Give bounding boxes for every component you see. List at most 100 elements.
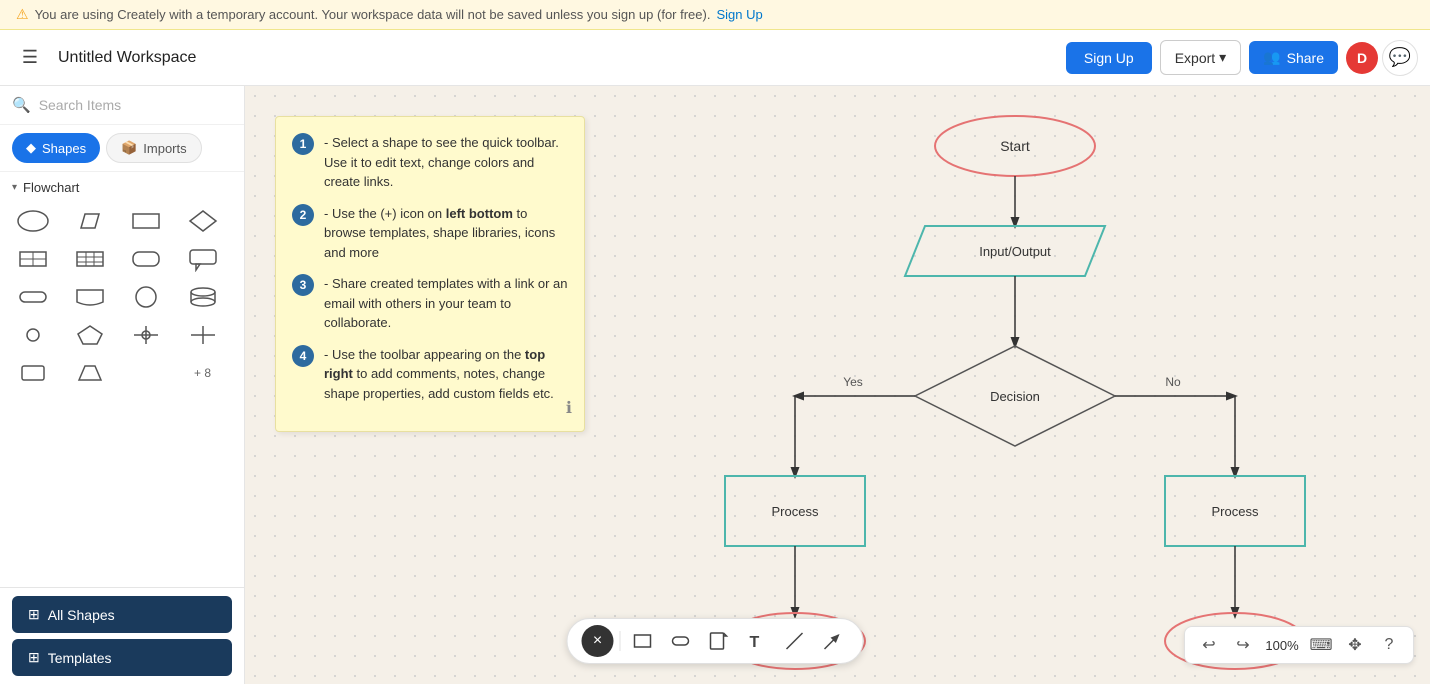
yes-label: Yes	[843, 375, 863, 389]
templates-icon: ⊞	[28, 649, 40, 666]
comment-icon: 💬	[1389, 47, 1411, 68]
shape-rounded-rect[interactable]	[125, 243, 167, 275]
shape-pentagon[interactable]	[69, 319, 111, 351]
all-shapes-button[interactable]: ⊞ All Shapes	[12, 596, 232, 633]
keyboard-shortcuts-button[interactable]: ⌨	[1307, 631, 1335, 659]
tab-imports[interactable]: 📦 Imports	[106, 133, 202, 163]
templates-button[interactable]: ⊞ Templates	[12, 639, 232, 676]
banner-text: You are using Creately with a temporary …	[35, 7, 711, 22]
tab-shapes[interactable]: ◆ Shapes	[12, 133, 100, 163]
share-users-icon: 👥	[1263, 49, 1280, 66]
app-header: ☰ Untitled Workspace Sign Up Export ▾ 👥 …	[0, 30, 1430, 86]
rounded-rect-tool[interactable]	[665, 625, 697, 657]
shape-diamond[interactable]	[182, 205, 224, 237]
text-tool[interactable]: T	[741, 625, 773, 657]
note-item-4: 4 - Use the toolbar appearing on the top…	[292, 345, 568, 404]
shape-cylinder[interactable]	[182, 281, 224, 313]
line-tool[interactable]	[779, 625, 811, 657]
shape-rounded-square[interactable]	[12, 357, 54, 389]
warning-banner: ⚠ You are using Creately with a temporar…	[0, 0, 1430, 30]
zoom-level: 100%	[1263, 638, 1301, 653]
export-chevron-icon: ▾	[1219, 49, 1226, 66]
shapes-more-placeholder	[125, 357, 167, 389]
instruction-note: 1 - Select a shape to see the quick tool…	[275, 116, 585, 432]
workspace-title: Untitled Workspace	[58, 49, 1056, 67]
all-shapes-label: All Shapes	[48, 607, 115, 623]
note-num-2: 2	[292, 204, 314, 226]
comment-button[interactable]: 💬	[1382, 40, 1418, 76]
canvas[interactable]: 1 - Select a shape to see the quick tool…	[245, 86, 1430, 684]
section-flowchart[interactable]: ▾ Flowchart	[12, 180, 232, 195]
sidebar: 🔍 ◆ Shapes 📦 Imports ▾ Flowchart	[0, 86, 245, 684]
input-output-label: Input/Output	[979, 244, 1051, 259]
shape-small-circle[interactable]	[12, 319, 54, 351]
main-layout: 🔍 ◆ Shapes 📦 Imports ▾ Flowchart	[0, 86, 1430, 684]
process-left-label: Process	[772, 504, 819, 519]
templates-label: Templates	[48, 650, 112, 666]
menu-button[interactable]: ☰	[12, 40, 48, 76]
search-icon: 🔍	[12, 96, 31, 114]
note-text-1: - Select a shape to see the quick toolba…	[324, 133, 568, 192]
shape-plus[interactable]	[182, 319, 224, 351]
export-button[interactable]: Export ▾	[1160, 40, 1242, 75]
shape-document[interactable]	[69, 281, 111, 313]
shapes-diamond-icon: ◆	[26, 140, 36, 156]
note-num-1: 1	[292, 133, 314, 155]
note-tool[interactable]	[703, 625, 735, 657]
shape-oval[interactable]	[12, 205, 54, 237]
note-item-2: 2 - Use the (+) icon on left bottom to b…	[292, 204, 568, 263]
header-actions: Sign Up Export ▾ 👥 Share D ⋮	[1066, 40, 1418, 75]
note-text-4: - Use the toolbar appearing on the top r…	[324, 345, 568, 404]
arrow-tool[interactable]	[817, 625, 849, 657]
toolbar-divider-1	[620, 631, 621, 651]
note-num-3: 3	[292, 274, 314, 296]
process-right-label: Process	[1212, 504, 1259, 519]
shape-trapezoid[interactable]	[69, 357, 111, 389]
rect-tool[interactable]	[627, 625, 659, 657]
help-button[interactable]: ?	[1375, 631, 1403, 659]
start-label: Start	[1000, 138, 1030, 154]
shape-rectangle[interactable]	[125, 205, 167, 237]
export-label: Export	[1175, 50, 1215, 66]
shapes-more-label[interactable]: + 8	[182, 357, 224, 389]
flowchart-diagram: Start Input/Output Decision Yes Process	[605, 96, 1425, 684]
tab-shapes-label: Shapes	[42, 141, 86, 156]
shape-circle[interactable]	[125, 281, 167, 313]
user-avatar[interactable]: D	[1346, 42, 1378, 74]
imports-box-icon: 📦	[121, 140, 137, 156]
search-input[interactable]	[39, 97, 232, 113]
shapes-content: ▾ Flowchart	[0, 172, 244, 587]
bottom-toolbar: × T	[567, 618, 864, 664]
warning-icon: ⚠	[16, 6, 29, 23]
fit-screen-button[interactable]: ✥	[1341, 631, 1369, 659]
shape-grid[interactable]	[12, 243, 54, 275]
undo-button[interactable]: ↩	[1195, 631, 1223, 659]
tab-imports-label: Imports	[143, 141, 186, 156]
shape-parallelogram[interactable]	[69, 205, 111, 237]
header-signup-button[interactable]: Sign Up	[1066, 42, 1152, 74]
redo-button[interactable]: ↪	[1229, 631, 1257, 659]
note-text-2: - Use the (+) icon on left bottom to bro…	[324, 204, 568, 263]
share-button[interactable]: 👥 Share	[1249, 41, 1338, 74]
no-label: No	[1165, 375, 1181, 389]
banner-signup-link[interactable]: Sign Up	[716, 7, 762, 22]
share-label: Share	[1287, 50, 1324, 66]
tabs-bar: ◆ Shapes 📦 Imports	[0, 125, 244, 172]
section-toggle-icon: ▾	[12, 182, 17, 193]
bottom-right-toolbar: ↩ ↪ 100% ⌨ ✥ ?	[1184, 626, 1414, 664]
note-text-3: - Share created templates with a link or…	[324, 274, 568, 333]
search-bar: 🔍	[0, 86, 244, 125]
close-button[interactable]: ×	[582, 625, 614, 657]
shape-table[interactable]	[69, 243, 111, 275]
note-item-3: 3 - Share created templates with a link …	[292, 274, 568, 333]
note-num-4: 4	[292, 345, 314, 367]
shape-callout[interactable]	[182, 243, 224, 275]
decision-label: Decision	[990, 389, 1040, 404]
note-info-icon[interactable]: ℹ	[566, 397, 572, 421]
shape-stadium[interactable]	[12, 281, 54, 313]
shapes-grid: + 8	[12, 205, 232, 389]
sidebar-bottom-buttons: ⊞ All Shapes ⊞ Templates	[0, 587, 244, 684]
shape-cross[interactable]	[125, 319, 167, 351]
note-item-1: 1 - Select a shape to see the quick tool…	[292, 133, 568, 192]
flowchart-svg: Start Input/Output Decision Yes Process	[605, 96, 1425, 684]
